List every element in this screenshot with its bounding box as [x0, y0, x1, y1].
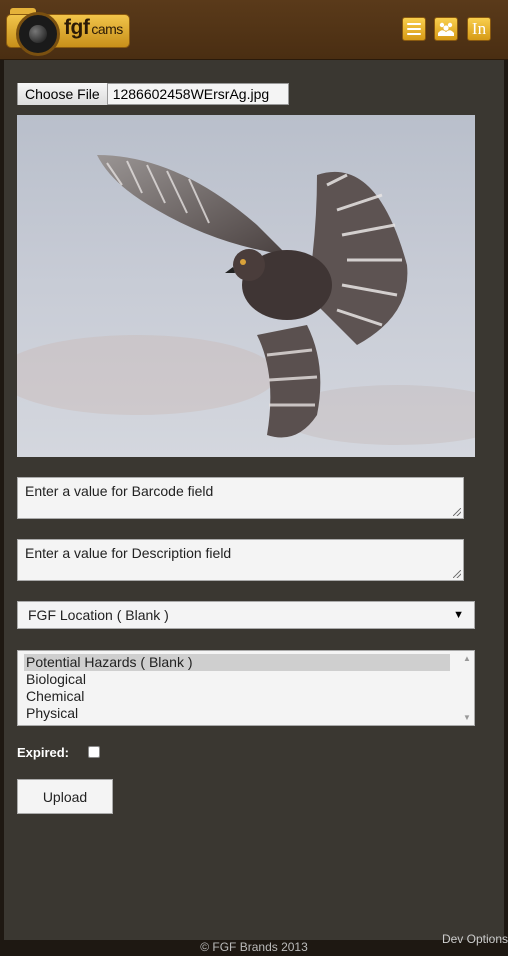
file-name: 1286602458WErsrAg.jpg [112, 86, 270, 102]
file-input[interactable]: Choose File 1286602458WErsrAg.jpg [17, 83, 289, 105]
app-header: fgf cams In [0, 0, 508, 60]
fgf-cams-logo[interactable]: fgf cams [4, 6, 132, 56]
dev-options-link[interactable]: Dev Options [442, 932, 508, 946]
dropdown-arrow-icon: ▼ [453, 609, 464, 621]
upload-panel: Choose File 1286602458WErsrAg.jpg Enter … [4, 60, 504, 940]
users-button[interactable] [434, 17, 458, 41]
logo-subtext: cams [91, 21, 123, 37]
location-select[interactable]: FGF Location ( Blank ) ▼ [17, 601, 475, 629]
users-icon [438, 22, 454, 36]
hazard-option[interactable]: Physical [24, 705, 450, 722]
linkedin-button[interactable]: In [467, 17, 491, 41]
resize-grip-icon[interactable] [453, 570, 461, 578]
hazard-option[interactable]: Chemical [24, 688, 450, 705]
camera-lens-icon [16, 12, 60, 56]
choose-file-button[interactable]: Choose File [18, 83, 108, 105]
upload-button[interactable]: Upload [17, 779, 113, 814]
copyright: © FGF Brands 2013 [200, 940, 308, 954]
hawk-photo [17, 115, 475, 457]
expired-label: Expired: [17, 745, 70, 760]
barcode-field[interactable]: Enter a value for Barcode field [17, 477, 464, 519]
listbox-scrollbar[interactable]: ▲ ▼ [462, 654, 472, 722]
logo-brand: fgf [64, 16, 90, 39]
lens-glass [29, 25, 47, 43]
hazard-option[interactable]: Potential Hazards ( Blank ) [24, 654, 450, 671]
scroll-down-icon[interactable]: ▼ [463, 713, 471, 722]
menu-icon [407, 23, 421, 35]
resize-grip-icon[interactable] [453, 508, 461, 516]
description-placeholder: Enter a value for Description field [25, 545, 232, 561]
expired-checkbox[interactable] [88, 746, 100, 758]
hazard-option[interactable]: Biological [24, 671, 450, 688]
scroll-up-icon[interactable]: ▲ [463, 654, 471, 663]
hazards-listbox[interactable]: Potential Hazards ( Blank ) Biological C… [17, 650, 475, 726]
description-field[interactable]: Enter a value for Description field [17, 539, 464, 581]
menu-button[interactable] [402, 17, 426, 41]
barcode-placeholder: Enter a value for Barcode field [25, 483, 214, 499]
logo-text: fgf cams [64, 16, 123, 40]
location-selected-value: FGF Location ( Blank ) [28, 607, 169, 623]
linkedin-icon: In [471, 19, 487, 38]
image-preview [17, 115, 475, 457]
